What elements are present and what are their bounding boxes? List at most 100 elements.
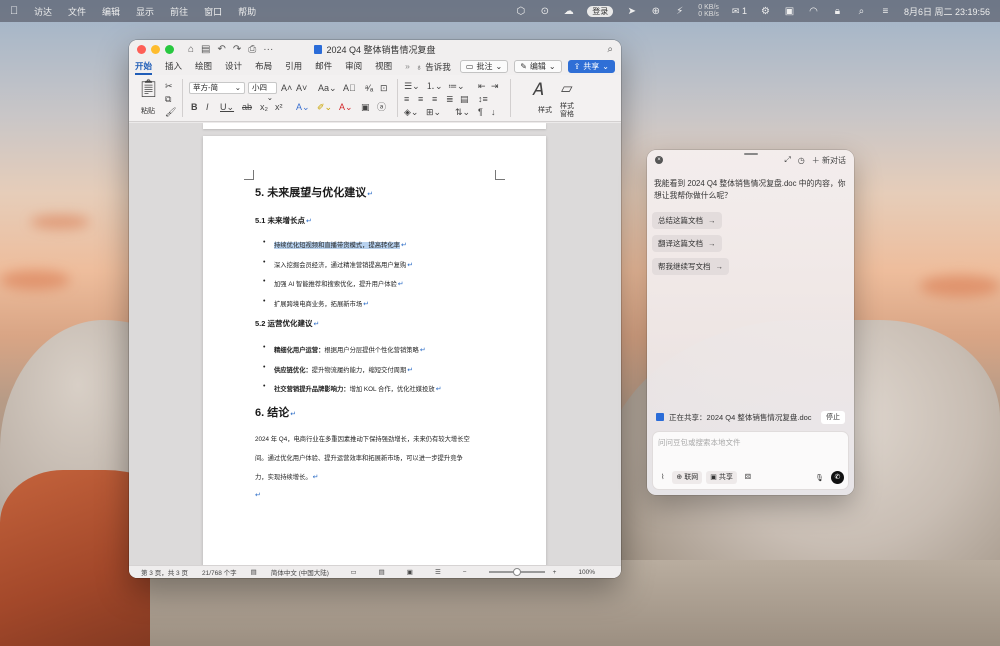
page-count[interactable]: 第 3 页，共 3 页 [141,567,188,577]
stop-sharing-button[interactable]: 停止 [821,410,845,424]
bold-icon[interactable]: B [191,102,198,112]
heading-5-1[interactable]: 5.1 未来增长点↵ [255,215,494,226]
char-shading-icon[interactable]: ▣ [361,102,370,112]
search-icon[interactable]: ⌕ [856,6,867,17]
list-item[interactable]: 社交营销提升品牌影响力：增加 KOL 合作，优化社媒投放↵ [263,383,494,393]
phonetic-guide-icon[interactable]: ᵃ⁄ₐ [365,83,373,93]
clear-format-icon[interactable]: A⃠ [343,83,356,93]
network-speed[interactable]: 0 KB/s 0 KB/s [698,4,719,18]
list-item[interactable]: 精细化用户运营：根据用户分层提供个性化营销策略↵ [263,344,494,354]
conclusion-paragraph[interactable]: 2024 年 Q4，电商行业在多重因素推动下保持强劲增长，未来仍有较大增长空 间… [255,430,494,487]
document-canvas[interactable]: 5. 未来展望与优化建议↵ 5.1 未来增长点↵ 持续优化短视频和直播带货模式，… [129,123,621,565]
tab-view[interactable]: 视图 [375,58,392,75]
superscript-icon[interactable]: x² [275,102,283,112]
char-border-icon[interactable]: ⊡ [380,83,388,93]
save-icon[interactable]: ▤ [201,44,210,55]
zoom-slider[interactable] [488,568,545,576]
cut-icon[interactable]: ✂ [165,81,173,91]
shrink-font-icon[interactable]: A˅ [296,83,307,93]
heading-5[interactable]: 5. 未来展望与优化建议↵ [255,184,494,200]
menu-item-go[interactable]: 前往 [170,5,188,18]
assistant-input[interactable] [658,438,838,447]
distributed-icon[interactable]: ▤ [460,94,469,104]
sort-icon[interactable]: ⇅⌄ [455,107,470,117]
font-size-select[interactable]: 小四 ⌄ [248,82,277,102]
format-painter-icon[interactable]: 🖌︎ [165,107,176,117]
zoom-in-button[interactable]: + [553,569,557,576]
print-layout-icon[interactable]: ▤ [379,568,385,576]
suggestion-translate[interactable]: 翻译这篇文档 → [652,235,722,252]
apple-menu-icon[interactable]:  [10,5,20,17]
voice-call-button[interactable]: ✆ [831,471,844,484]
control-center-icon[interactable]: ≡ [880,6,891,17]
menu-item-window[interactable]: 窗口 [204,5,222,18]
wifi-icon[interactable]: ◠ [808,6,819,17]
tab-home[interactable]: 开始 [135,58,153,75]
tab-draw[interactable]: 绘图 [195,58,212,75]
microphone-icon[interactable]: 🎙︎ [815,474,824,482]
suggestion-summarize[interactable]: 总结这篇文档 → [652,212,722,229]
proofing-icon[interactable]: ▤ [251,568,257,576]
show-marks-icon[interactable]: ¶ [478,107,483,117]
share-screen-button[interactable]: ▣ 共享 [706,471,737,484]
tabs-overflow-icon[interactable]: » [405,58,410,75]
focus-icon[interactable]: ▭ [350,568,356,576]
redo-icon[interactable]: ↷ [233,44,241,55]
expand-icon[interactable]: ⤢ [784,155,790,165]
shading-icon[interactable]: ◈⌄ [404,107,418,117]
tab-references[interactable]: 引用 [285,58,302,75]
align-center-icon[interactable]: ≡ [418,94,423,104]
more-icon[interactable]: ··· [263,44,273,55]
increase-indent-icon[interactable]: ⇥ [491,81,499,91]
strikethrough-icon[interactable]: ab [242,102,252,112]
edit-button[interactable]: ✎ 编辑 ⌄ [514,60,562,73]
paste-icon[interactable]: 📋︎ [137,79,160,97]
underline-icon[interactable]: U⌄ [220,102,234,112]
styles-pane-icon[interactable]: ▱ [561,81,573,96]
borders-icon[interactable]: ⊞⌄ [426,107,441,117]
zoom-window-button[interactable] [165,44,174,54]
suggestion-continue[interactable]: 帮我继续写文档 → [652,258,729,275]
menu-item-finder[interactable]: 访达 [34,5,52,18]
change-case-icon[interactable]: Aa⌄ [318,83,337,93]
zoom-level[interactable]: 100% [578,569,595,576]
italic-icon[interactable]: I [206,102,209,112]
print-icon[interactable]: ⎙ [248,44,256,55]
bolt-icon[interactable]: ⚡ [674,6,685,17]
menu-item-help[interactable]: 帮助 [238,5,256,18]
status-pill[interactable]: 登录 [587,5,614,17]
tab-layout[interactable]: 布局 [255,58,272,75]
list-item[interactable]: 加强 AI 智能推荐和搜索优化，提升用户体验↵ [263,278,494,288]
display-icon[interactable]: ▣ [784,6,795,17]
tab-mailings[interactable]: 邮件 [315,58,332,75]
history-icon[interactable]: ◷ [798,156,805,165]
list-item[interactable]: 扩展跨境电商业务，拓展新市场↵ [263,298,494,308]
skills-icon[interactable]: ⚄ [741,471,755,484]
highlight-icon[interactable]: ✐⌄ [317,102,332,112]
numbering-icon[interactable]: ⒈⌄ [426,81,443,91]
zoom-slider-knob[interactable] [512,568,521,576]
new-chat-button[interactable]: ＋ 新对话 [812,155,846,166]
home-icon[interactable]: ⌂ [188,44,194,55]
line-spacing-icon[interactable]: ↕≡ [478,94,488,104]
align-right-icon[interactable]: ≡ [432,94,437,104]
list-item[interactable]: 深入挖掘会员经济，通过精准营销提高用户复购↵ [263,259,494,269]
heading-5-2[interactable]: 5.2 运营优化建议↵ [255,318,494,329]
enclose-char-icon[interactable]: ⓐ [377,102,386,112]
list-item[interactable]: 供应链优化：提升物流履约能力，缩短交付周期↵ [263,364,494,374]
undo-icon[interactable]: ↶ [218,44,226,55]
font-name-select[interactable]: 苹方-简 ⌄ [189,82,245,94]
tell-me[interactable]: ♁ 告诉我 [416,61,451,73]
comment-button[interactable]: ▭ 批注 ⌄ [459,60,509,73]
close-window-button[interactable] [137,44,146,54]
lock-icon[interactable]: 🔒︎ [832,6,843,17]
list-item[interactable]: 持续优化短视频和直播带货模式，提高转化率↵ [263,239,494,249]
zoom-out-button[interactable]: − [463,569,467,576]
gear-icon[interactable]: ⚙ [760,6,771,17]
drag-handle[interactable] [744,153,758,155]
decrease-indent-icon[interactable]: ⇤ [478,81,486,91]
clock[interactable]: 8月6日 周二 23:19:56 [904,5,990,18]
bullets-icon[interactable]: ☰⌄ [404,81,420,91]
sort-az-icon[interactable]: ↓ [491,107,496,117]
cloud-icon[interactable]: ☁ [563,6,574,17]
